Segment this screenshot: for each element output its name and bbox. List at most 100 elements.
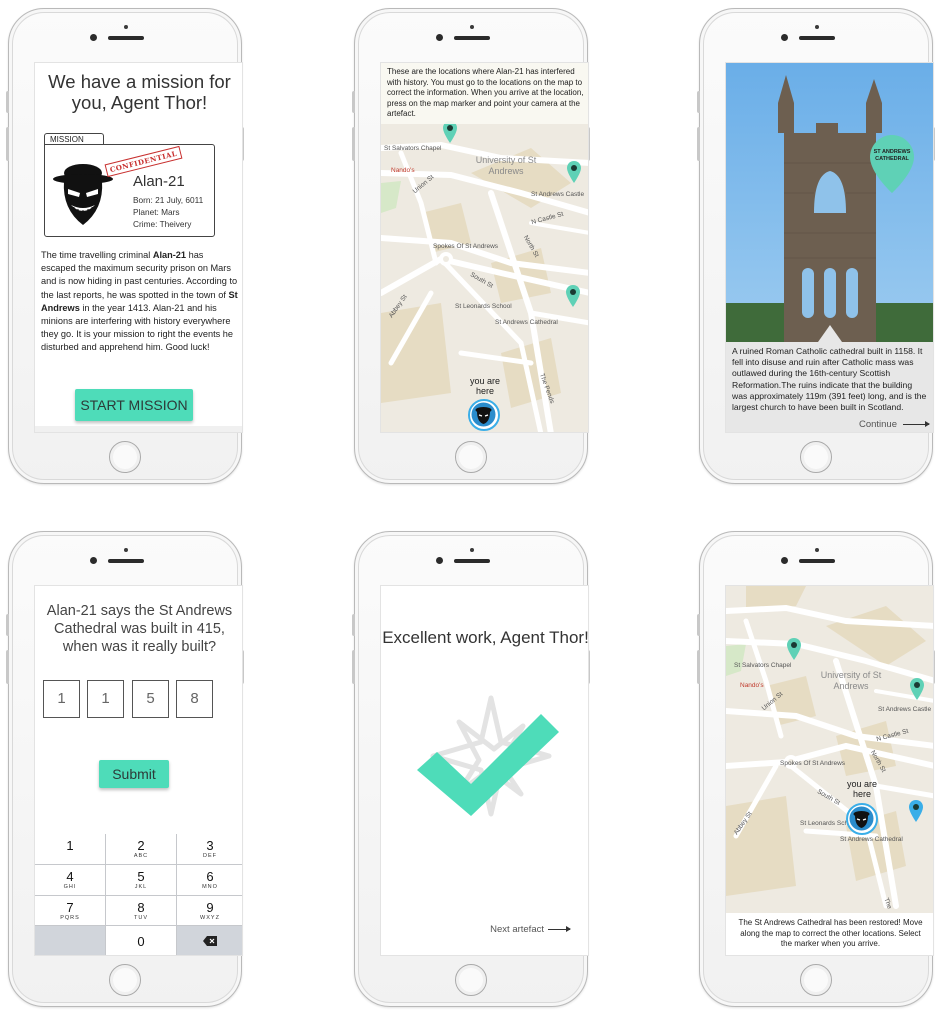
mission-folder: CONFIDENTIAL Alan-21 Born: 21 July, 6011… [44,144,215,237]
map-label-cathedral: St Andrews Cathedral [840,836,903,843]
screen: University of St Andrews St Salvators Ch… [725,585,934,956]
phone-map-locations: University of St Andrews St Salvators Ch… [352,8,590,484]
phone-success: Excellent work, Agent Thor! Next artefac… [352,531,590,1007]
key-0[interactable]: 0 [106,926,177,955]
restored-message: The St Andrews Cathedral has been restor… [726,913,933,955]
phone-camera [90,34,97,41]
villain-avatar-icon[interactable] [846,803,878,835]
key-7[interactable]: 7 PQRS [35,895,106,927]
question-text: Alan-21 says the St Andrews Cathedral wa… [46,603,233,655]
phone-sensor [815,25,819,29]
map-view[interactable]: University of St Andrews St Salvators Ch… [726,586,933,955]
map-label-university: University of St Andrews [475,155,537,176]
map-pin-icon[interactable] [909,800,923,822]
map-label-university: University of St Andrews [820,670,882,691]
phone-sensor [124,25,128,29]
digit-input[interactable]: 8 [176,680,213,718]
map-pin-icon[interactable] [567,161,581,183]
map-label-spokes: Spokes Of St Andrews [433,243,499,250]
criminal-crime: Crime: Theivery [133,219,192,229]
key-letters: WXYZ [200,914,220,921]
phone-camera [436,557,443,564]
home-button[interactable] [455,441,487,473]
phone-button [697,127,700,161]
map-roads [726,586,933,955]
phone-speaker [454,36,490,40]
screen: We have a mission for you, Agent Thor! M… [34,62,243,433]
phone-button [352,650,355,684]
villain-avatar-graphic [471,402,496,427]
digit-input[interactable]: 5 [132,680,169,718]
key-1[interactable]: 1 [35,834,106,865]
criminal-born: Born: 21 July, 6011 [133,195,204,205]
artefact-description: A ruined Roman Catholic cathedral built … [732,346,927,413]
phone-button [697,91,700,113]
backspace-icon [203,936,217,947]
phone-button [352,127,355,161]
map-label-castle: St Andrews Castle [531,191,585,198]
key-number: 5 [137,868,145,884]
key-letters: JKL [134,883,148,890]
start-mission-button[interactable]: START MISSION [75,389,193,421]
phone-speaker [454,559,490,563]
key-letters: PQRS [60,914,80,921]
key-4[interactable]: 4 GHI [35,864,106,896]
mission-title: We have a mission for you, Agent Thor! [48,71,231,113]
home-button[interactable] [455,964,487,996]
map-label-nandos: Nando's [391,167,415,174]
continue-link[interactable]: Continue [859,419,930,430]
you-are-here-label: you are here [846,779,878,799]
phone-sensor [124,548,128,552]
map-label-castle: St Andrews Castle [878,706,932,713]
arrow-right-icon [548,926,571,932]
villain-avatar-graphic [849,806,874,831]
key-number: 7 [66,899,74,915]
key-letters: ABC [133,853,149,859]
map-label-leonards: St Leonards School [455,303,512,310]
next-artefact-label: Next artefact [490,924,544,935]
digit-input[interactable]: 1 [87,680,124,718]
mission-story: The time travelling criminal Alan-21 has… [41,249,238,355]
key-5[interactable]: 5 JKL [106,864,177,896]
home-button[interactable] [109,964,141,996]
criminal-name: Alan-21 [133,173,185,190]
map-pin-icon[interactable] [787,638,801,660]
map-pin-icon[interactable] [870,135,914,193]
next-artefact-link[interactable]: Next artefact [490,924,571,935]
criminal-planet: Planet: Mars [133,207,180,217]
key-9[interactable]: 9 WXYZ [177,895,242,927]
map-instructions: These are the locations where Alan-21 ha… [381,63,588,124]
phone-button [6,650,9,684]
submit-button[interactable]: Submit [99,760,169,788]
map-view[interactable]: University of St Andrews St Salvators Ch… [381,63,588,432]
phone-speaker [799,559,835,563]
phone-speaker [108,559,144,563]
phone-camera [90,557,97,564]
map-pin-icon[interactable] [910,678,924,700]
phone-button [6,91,9,113]
key-number: 2 [137,838,145,853]
key-2[interactable]: 2 ABC [106,834,177,865]
screen: ST ANDREWS CATHEDRAL A ruined Roman Cath… [725,62,934,433]
villain-avatar-icon[interactable] [468,399,500,431]
key-6[interactable]: 6 MNO [177,864,242,896]
home-button[interactable] [800,441,832,473]
key-letters: TUV [134,914,148,921]
key-number: 8 [137,899,145,915]
story-criminal-name: Alan-21 [152,250,187,260]
key-3[interactable]: 3 DEF [177,834,242,865]
map-pin-icon[interactable] [443,121,457,143]
artefact-info-panel: A ruined Roman Catholic cathedral built … [726,342,933,432]
digit-input[interactable]: 1 [43,680,80,718]
home-button[interactable] [800,964,832,996]
phone-camera [781,34,788,41]
phone-button [697,650,700,684]
key-letters: DEF [203,853,217,859]
key-letters: GHI [63,883,77,890]
key-number: 4 [66,868,74,884]
map-pin-icon[interactable] [566,285,580,307]
home-button[interactable] [109,441,141,473]
key-number: 6 [206,868,214,884]
backspace-key[interactable] [177,926,242,955]
key-8[interactable]: 8 TUV [106,895,177,927]
